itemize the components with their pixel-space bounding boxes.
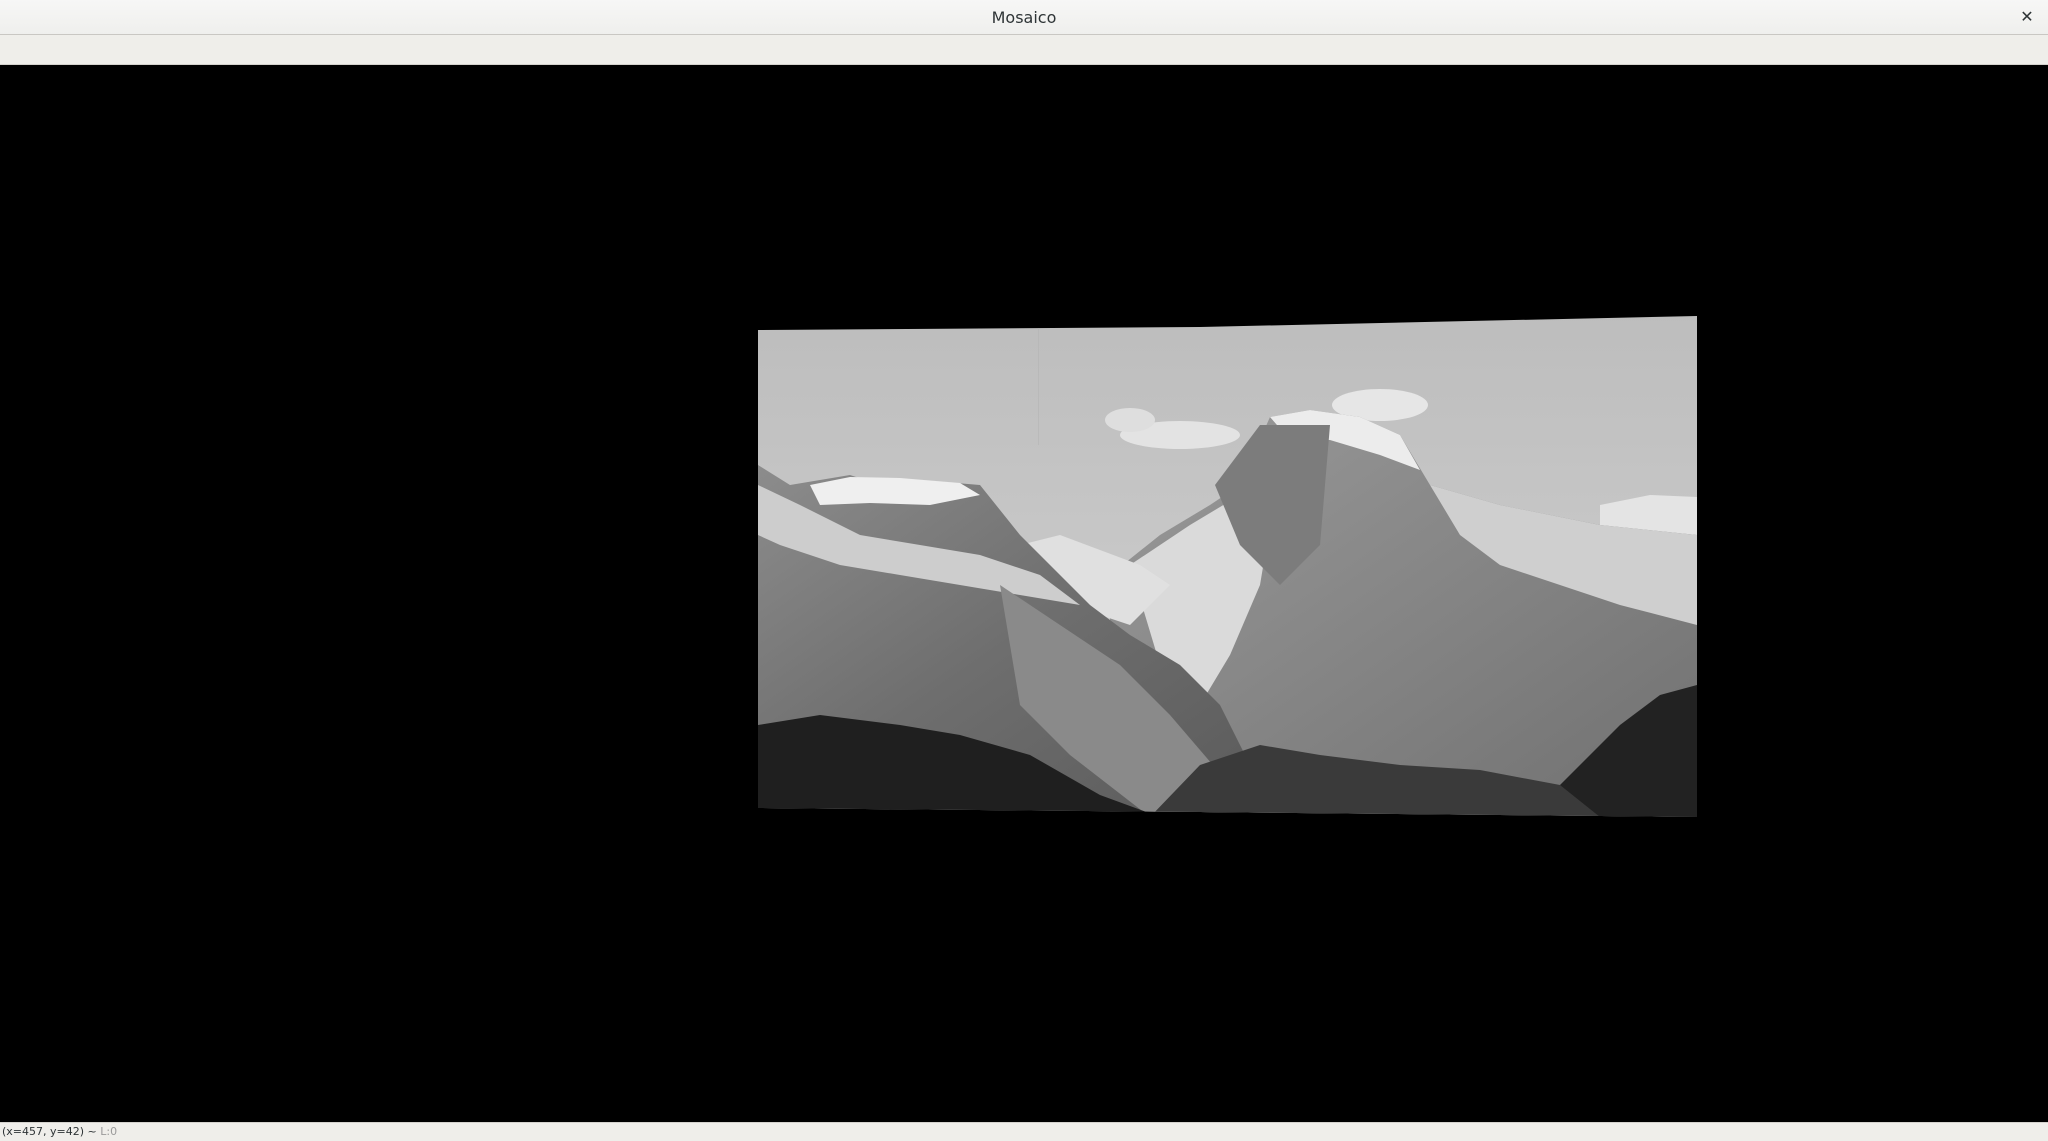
status-bar: (x=457, y=42) ~ L:0 xyxy=(0,1122,2048,1141)
toolbar xyxy=(0,35,2048,65)
title-bar[interactable]: Mosaico ✕ xyxy=(0,0,2048,35)
zoom-level: L:0 xyxy=(100,1125,118,1138)
close-icon[interactable]: ✕ xyxy=(2014,4,2040,30)
mosaic-image xyxy=(758,316,1697,817)
app-window: Mosaico ✕ (x=457, y=42) ~ L:0 xyxy=(0,0,2048,1141)
window-title: Mosaico xyxy=(991,8,1057,27)
cursor-coordinates: (x=457, y=42) ~ xyxy=(2,1125,97,1138)
image-canvas[interactable] xyxy=(0,65,2048,1122)
